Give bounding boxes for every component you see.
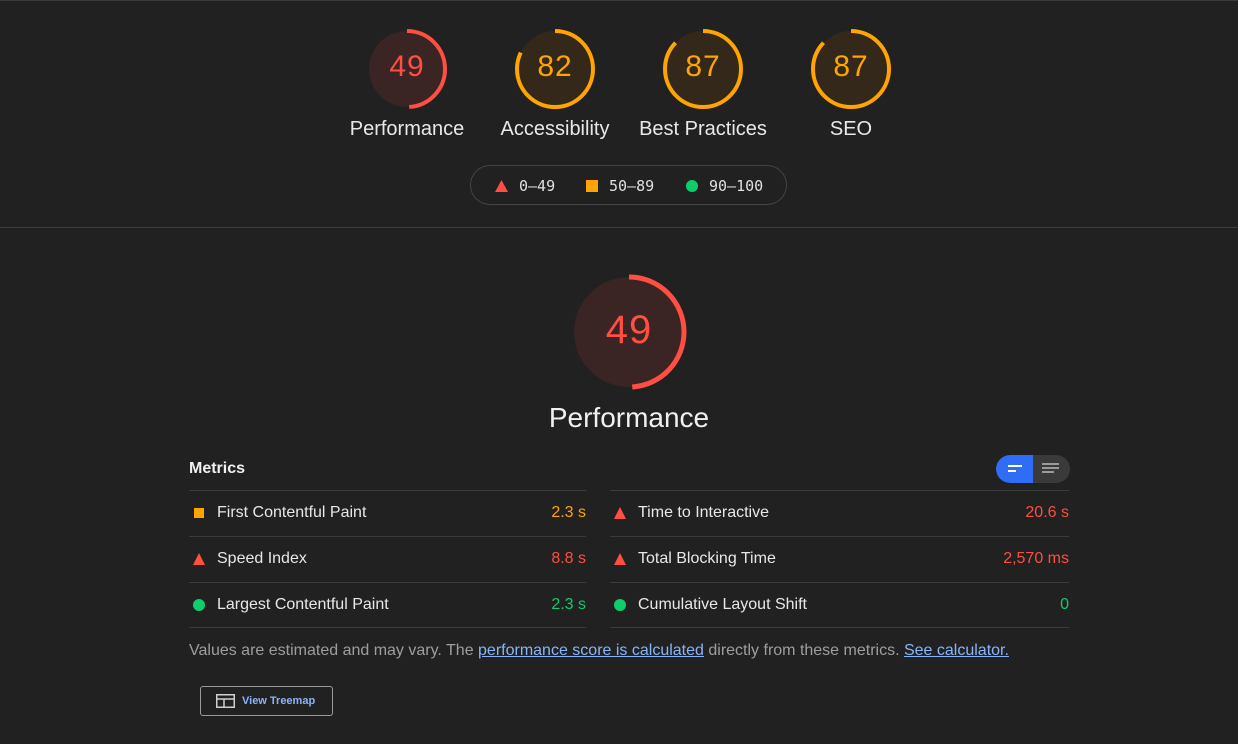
metrics-note: Values are estimated and may vary. The p… [189,642,1009,660]
legend-fail-label: 0–49 [519,177,556,195]
note-middle: directly from these metrics. [703,642,904,659]
gauge-label: SEO [829,118,873,140]
metric-name: Time to Interactive [638,504,770,521]
circle-icon [614,599,626,611]
metrics-heading: Metrics [189,460,246,477]
see-calculator-link[interactable]: See calculator. [904,642,1009,659]
metric-value: 2.3 s [551,596,586,613]
triangle-icon [495,180,508,192]
square-icon [194,508,204,518]
gauge-best-practices[interactable]: 87 Best Practices [628,28,778,140]
section-divider [0,227,1238,228]
metric-name: Largest Contentful Paint [217,596,389,613]
gauge-accessibility[interactable]: 82 Accessibility [480,28,630,140]
gauge-score: 87 [833,50,869,83]
treemap-icon [216,694,235,708]
view-treemap-button[interactable]: View Treemap [200,686,333,716]
metric-value: 20.6 s [1025,504,1069,521]
gauge-score: 49 [389,50,425,83]
metric-name: First Contentful Paint [217,504,367,521]
circle-icon [193,599,205,611]
metric-total-blocking-time: Total Blocking Time 2,570 ms [610,537,1069,583]
main-gauge: 49 [554,270,704,394]
metric-cumulative-layout-shift: Cumulative Layout Shift 0 [610,583,1069,629]
score-calculated-link[interactable]: performance score is calculated [478,642,704,659]
gauge-performance[interactable]: 49 Performance [332,28,482,140]
metric-value: 2,570 ms [1003,550,1069,567]
metric-value: 2.3 s [551,504,586,521]
metric-value: 8.8 s [551,550,586,567]
gauge-score: 87 [685,50,721,83]
metric-value: 0 [1060,596,1069,613]
metric-first-contentful-paint: First Contentful Paint 2.3 s [189,491,586,537]
gauge-label: Best Practices [639,118,767,140]
metric-largest-contentful-paint: Largest Contentful Paint 2.3 s [189,583,586,629]
score-legend: 0–49 50–89 90–100 [470,165,787,205]
gauge-score: 82 [537,50,573,83]
legend-pass-label: 90–100 [709,177,764,195]
main-score: 49 [605,308,653,352]
toggle-expanded-button[interactable] [1033,455,1070,483]
expanded-lines-icon [1042,463,1059,473]
circle-icon [686,180,698,192]
top-border [0,0,1238,1]
metric-speed-index: Speed Index 8.8 s [189,537,586,583]
triangle-icon [614,553,626,565]
gauge-seo[interactable]: 87 SEO [776,28,926,140]
toggle-summary-button[interactable] [996,455,1033,483]
note-prefix: Values are estimated and may vary. The [189,642,479,659]
legend-average-label: 50–89 [609,177,655,195]
gauge-label: Accessibility [500,118,610,140]
view-treemap-label: View Treemap [242,695,316,707]
triangle-icon [614,507,626,519]
metrics-view-toggle[interactable] [996,455,1070,483]
metric-time-to-interactive: Time to Interactive 20.6 s [610,491,1069,537]
square-icon [586,180,598,192]
gauge-label: Performance [349,118,465,140]
metric-name: Cumulative Layout Shift [638,596,807,613]
triangle-icon [193,553,205,565]
metric-name: Total Blocking Time [638,550,776,567]
metric-name: Speed Index [217,550,307,567]
summary-lines-icon [1008,465,1022,472]
main-title: Performance [548,402,710,433]
